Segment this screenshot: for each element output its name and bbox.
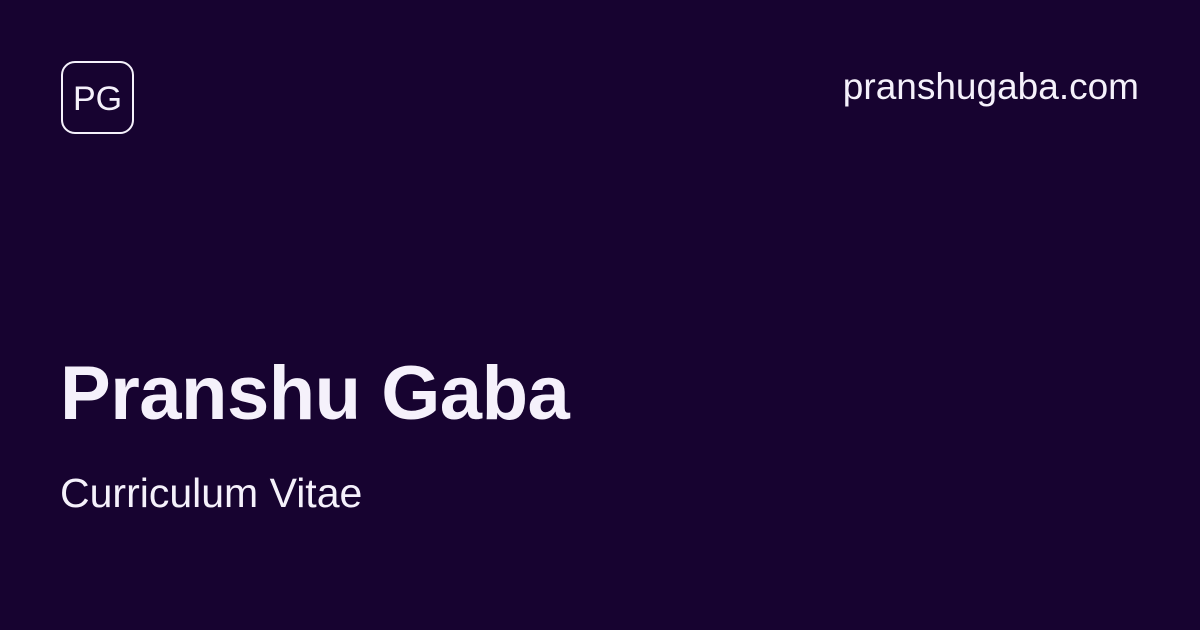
logo-monogram: PG <box>72 79 123 118</box>
website-domain: pranshugaba.com <box>842 66 1139 107</box>
page-subtitle: Curriculum Vitae <box>60 470 363 516</box>
page-title: Pranshu Gaba <box>60 351 570 436</box>
pg-logo: PG <box>61 61 134 134</box>
social-preview-card: PG pranshugaba.com Pranshu Gaba Curricul… <box>0 0 1200 630</box>
